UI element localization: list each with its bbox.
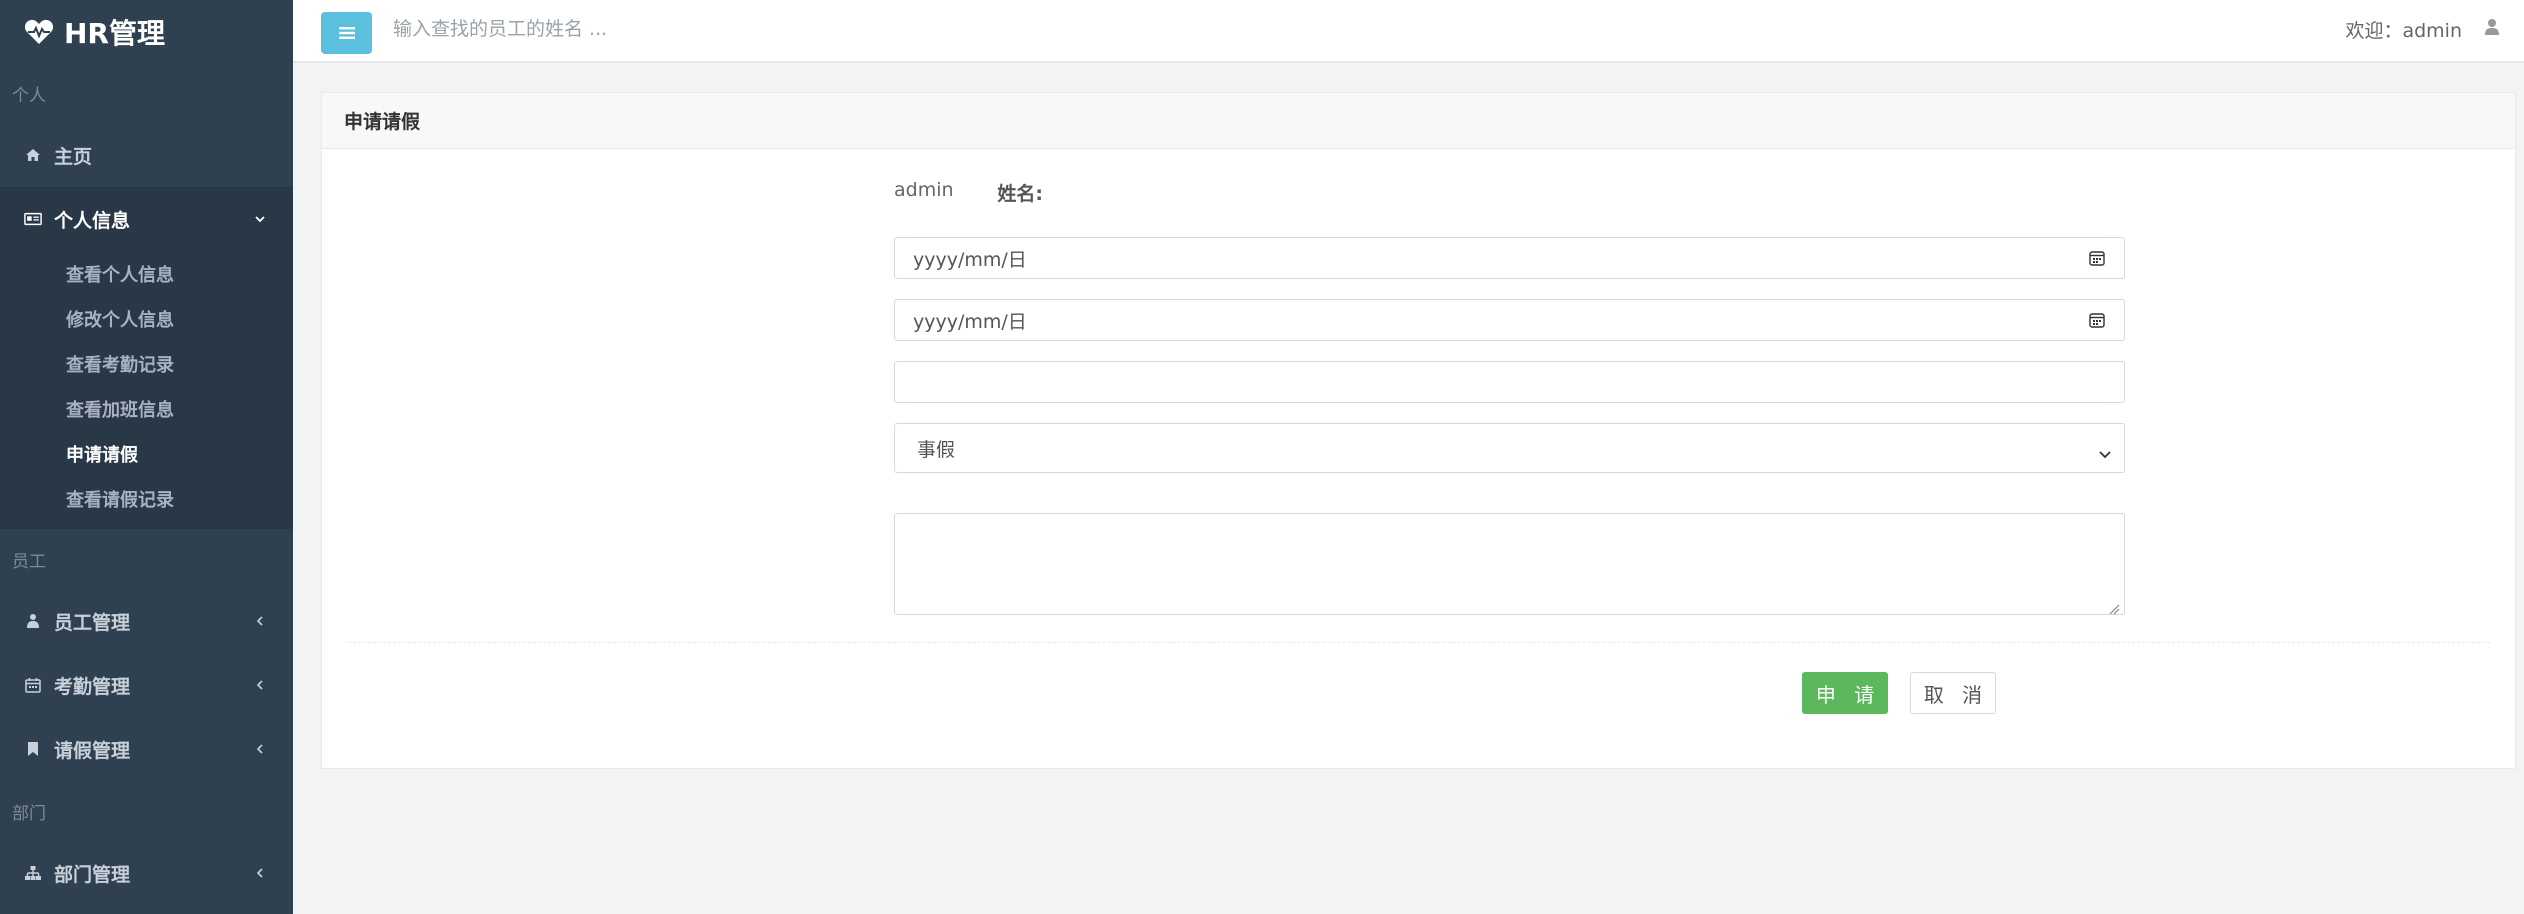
calendar-icon[interactable] (2088, 311, 2106, 329)
sidebar-subitem-edit-info[interactable]: 修改个人信息 (0, 296, 293, 341)
welcome-text: 欢迎：admin (2345, 20, 2462, 42)
leave-application-panel: 申请请假 姓名: admin 起始时间 yyyy/mm/日 结束时间 yyyy/… (321, 92, 2516, 769)
sidebar-item-label: 请假管理 (54, 739, 131, 762)
days-input[interactable] (894, 361, 2125, 403)
chevron-left-icon (255, 616, 265, 626)
sidebar-item-label: 主页 (54, 145, 93, 168)
chevron-down-icon (2098, 443, 2112, 459)
reason-textarea[interactable] (894, 513, 2125, 615)
section-label-staff: 员工 (12, 551, 46, 572)
bookmark-icon (24, 740, 42, 758)
start-date-field[interactable]: yyyy/mm/日 (894, 237, 2125, 279)
user-sitemap-icon (24, 612, 42, 630)
hamburger-icon (338, 27, 355, 39)
sitemap-icon (24, 864, 42, 882)
sidebar-submenu-personal: 查看个人信息 修改个人信息 查看考勤记录 查看加班信息 申请请假 查看请假记录 (0, 251, 293, 529)
topbar: 欢迎：admin (293, 0, 2524, 63)
cancel-button[interactable]: 取 消 (1910, 672, 1996, 714)
sidebar-item-leave-management[interactable]: 请假管理 (0, 717, 293, 781)
chevron-left-icon (255, 744, 265, 754)
sidebar-item-attendance-management[interactable]: 考勤管理 (0, 653, 293, 717)
sidebar-item-department-management[interactable]: 部门管理 (0, 841, 293, 905)
sidebar-item-staff-management[interactable]: 员工管理 (0, 589, 293, 653)
sidebar-item-home[interactable]: 主页 (0, 123, 293, 187)
sidebar-group-personal: 个人信息 查看个人信息 修改个人信息 查看考勤记录 查看加班信息 申请请假 查看… (0, 187, 293, 529)
section-label-personal: 个人 (12, 85, 46, 106)
end-date-field[interactable]: yyyy/mm/日 (894, 299, 2125, 341)
resize-handle-icon[interactable] (2108, 598, 2120, 615)
chevron-left-icon (255, 680, 265, 690)
employee-search-input[interactable] (393, 8, 1093, 50)
sidebar-subitem-view-info[interactable]: 查看个人信息 (0, 251, 293, 296)
sidebar-item-personal-info[interactable]: 个人信息 (0, 187, 293, 251)
sidebar-subitem-leave-records[interactable]: 查看请假记录 (0, 476, 293, 521)
sidebar-item-label: 考勤管理 (54, 675, 131, 698)
app-title: HR管理 (64, 16, 165, 50)
apply-button[interactable]: 申 请 (1802, 672, 1888, 714)
chevron-down-icon (255, 214, 265, 224)
id-card-icon (24, 210, 42, 228)
user-icon[interactable] (2484, 18, 2504, 40)
leave-type-select[interactable]: 事假 (894, 423, 2125, 473)
sidebar-item-label: 员工管理 (54, 611, 131, 634)
sidebar-item-label: 部门管理 (54, 863, 131, 886)
leave-type-value: 事假 (917, 438, 956, 461)
sidebar-item-label: 个人信息 (54, 209, 131, 232)
name-value: admin (894, 179, 954, 201)
calendar-icon[interactable] (2088, 249, 2106, 267)
panel-title: 申请请假 (322, 93, 2515, 149)
sidebar-subitem-apply-leave[interactable]: 申请请假 (0, 431, 293, 476)
heartbeat-icon (22, 15, 56, 49)
calendar-icon (24, 676, 42, 694)
sidebar-subitem-overtime[interactable]: 查看加班信息 (0, 386, 293, 431)
sidebar-toggle-button[interactable] (321, 12, 372, 54)
chevron-left-icon (255, 868, 265, 878)
end-date-placeholder: yyyy/mm/日 (913, 310, 1027, 333)
home-icon (24, 146, 42, 164)
form-divider (348, 642, 2490, 643)
brand[interactable]: HR管理 (0, 0, 293, 63)
section-label-department: 部门 (12, 803, 46, 824)
sidebar-subitem-attendance[interactable]: 查看考勤记录 (0, 341, 293, 386)
start-date-placeholder: yyyy/mm/日 (913, 248, 1027, 271)
sidebar: HR管理 个人 主页 个人信息 查看个人信息 修改个人信息 查看考勤记录 查看加… (0, 0, 293, 914)
